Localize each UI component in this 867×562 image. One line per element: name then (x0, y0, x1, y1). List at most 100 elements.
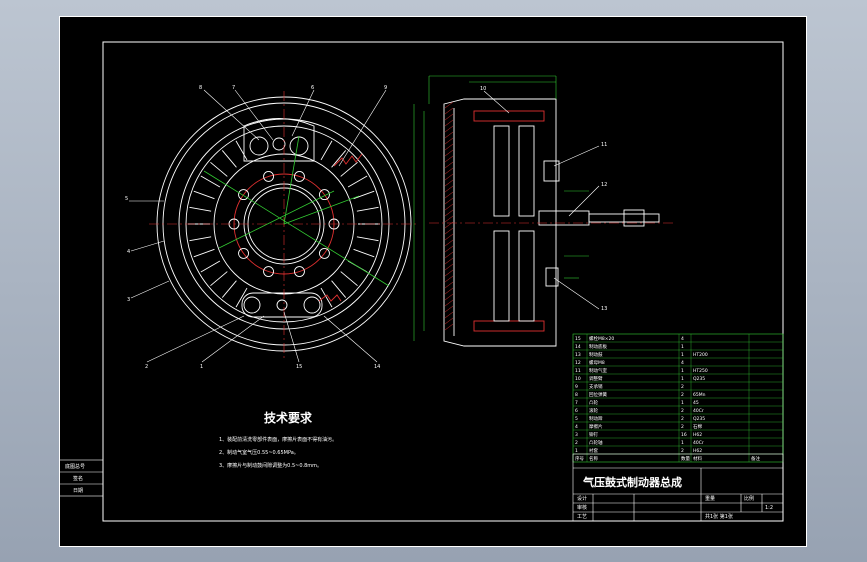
shoe-rib (200, 175, 221, 188)
bom-header-cell: 备注 (751, 455, 760, 462)
hatch-line (444, 245, 454, 253)
stamp-label-3: 日期 (73, 488, 83, 494)
cam (272, 137, 286, 151)
hatch-line (444, 317, 454, 325)
part-label-11: 11 (601, 142, 607, 148)
bom-cell: 石棉 (693, 423, 702, 430)
shoe-web-top (493, 125, 510, 217)
hatch-line (444, 299, 454, 307)
hatch-line (444, 323, 454, 331)
part-label-9: 9 (384, 85, 387, 91)
bom-cell: 螺母M8 (589, 359, 605, 366)
tb-scale-value: 1:2 (765, 505, 773, 511)
bom-cell: 2 (681, 416, 684, 422)
tech-requirement-1: 1、装配前清洗零部件表面，摩擦片表面不得有油污。 (219, 436, 337, 443)
part-label-15: 15 (296, 364, 302, 370)
bom-cell: 15 (575, 336, 581, 342)
hatch-line (444, 173, 454, 181)
part-label-2: 2 (145, 364, 148, 370)
bom-cell: 滚轮 (589, 407, 598, 414)
part-label-14: 14 (374, 364, 380, 370)
bom-cell: 16 (681, 432, 687, 438)
bom-cell: 制动底板 (589, 343, 607, 350)
hatch-line (444, 119, 454, 127)
shoe-rib (320, 140, 333, 161)
shoe-rib (320, 287, 333, 308)
hatch-line (444, 167, 454, 175)
bom-header-cell: 材料 (693, 455, 702, 462)
hatch-line (444, 233, 454, 241)
bom-cell: 螺栓M8×20 (589, 335, 614, 342)
bom-cell: 凸轮轴 (589, 439, 603, 446)
bom-cell: 11 (575, 368, 581, 374)
hatch-line (444, 185, 454, 193)
part-label-5: 5 (125, 196, 128, 202)
hatch-line (444, 149, 454, 157)
tb-row-review: 审核 (577, 504, 587, 511)
hatch-line (444, 137, 454, 145)
bom-cell: 2 (681, 392, 684, 398)
tech-requirements-heading: 技术要求 (264, 410, 313, 425)
bom-cell: 回位弹簧 (589, 391, 607, 398)
hatch-line (444, 287, 454, 295)
bom-cell: 1 (681, 376, 684, 382)
bom-header-cell: 名称 (589, 455, 598, 462)
bom-cell: 1 (681, 400, 684, 406)
part-label-1: 1 (200, 364, 203, 370)
hatch-line (444, 113, 454, 121)
bom-cell: 铆钉 (589, 431, 598, 438)
outer-border (59, 16, 807, 547)
bom-cell: 65Mn (693, 392, 706, 398)
hatch-line (444, 191, 454, 199)
bom-cell: 制动鼓 (589, 351, 603, 358)
part-label-13: 13 (601, 306, 607, 312)
shoe-rib (340, 271, 358, 287)
shoe-rib (235, 287, 248, 308)
bom-cell: 衬套 (589, 447, 598, 454)
part-label-3: 3 (127, 297, 130, 303)
front-dimension-lines (203, 135, 390, 287)
hatch-line (444, 107, 454, 115)
shoe-rib (200, 260, 221, 273)
lining-top (473, 110, 545, 122)
hatch-line (444, 179, 454, 187)
bom-cell: 4 (575, 424, 578, 430)
hatch-line (444, 251, 454, 259)
hatch-line (444, 305, 454, 313)
shoe-rib (353, 248, 375, 258)
tb-row-design: 设计 (577, 495, 587, 502)
hatch-line (444, 269, 454, 277)
tb-weight-label: 重量 (705, 495, 715, 502)
bom-cell: 2 (681, 384, 684, 390)
hatch-line (444, 257, 454, 265)
hatch-line (444, 203, 454, 211)
bom-header-cell: 序号 (575, 455, 584, 462)
bom-cell: 9 (575, 384, 578, 390)
tb-row-process: 工艺 (577, 514, 587, 520)
side-view (443, 98, 660, 347)
bom-cell: 2 (681, 448, 684, 454)
shoe-rib (210, 161, 228, 177)
bom-cell: 6 (575, 408, 578, 414)
shoe-rib (356, 236, 379, 242)
bom-cell: 凸轮 (589, 399, 598, 406)
shoe-rib (189, 206, 212, 212)
anchor-center-hole (276, 299, 288, 311)
hatch-line (444, 227, 454, 235)
tb-scale-label: 比例 (744, 495, 754, 502)
anchor-pin-left (243, 296, 261, 314)
bom-cell: 4 (681, 336, 684, 342)
bom-cell: 12 (575, 360, 581, 366)
shoe-rib (331, 280, 347, 298)
tech-requirement-2: 2、制动气室气压0.55~0.65MPa。 (219, 449, 299, 456)
bom-cell: 40Cr (693, 408, 704, 414)
bom-cell: 调整臂 (589, 375, 603, 382)
hatch-line (444, 155, 454, 163)
bom-cell: 1 (681, 368, 684, 374)
anchor-plate (241, 292, 323, 318)
front-leader-lines (129, 89, 387, 363)
bom-cell: 2 (575, 440, 578, 446)
bom-cell: 40Cr (693, 440, 704, 446)
bom-cell: HT250 (693, 368, 708, 374)
bom-cell: 10 (575, 376, 581, 382)
